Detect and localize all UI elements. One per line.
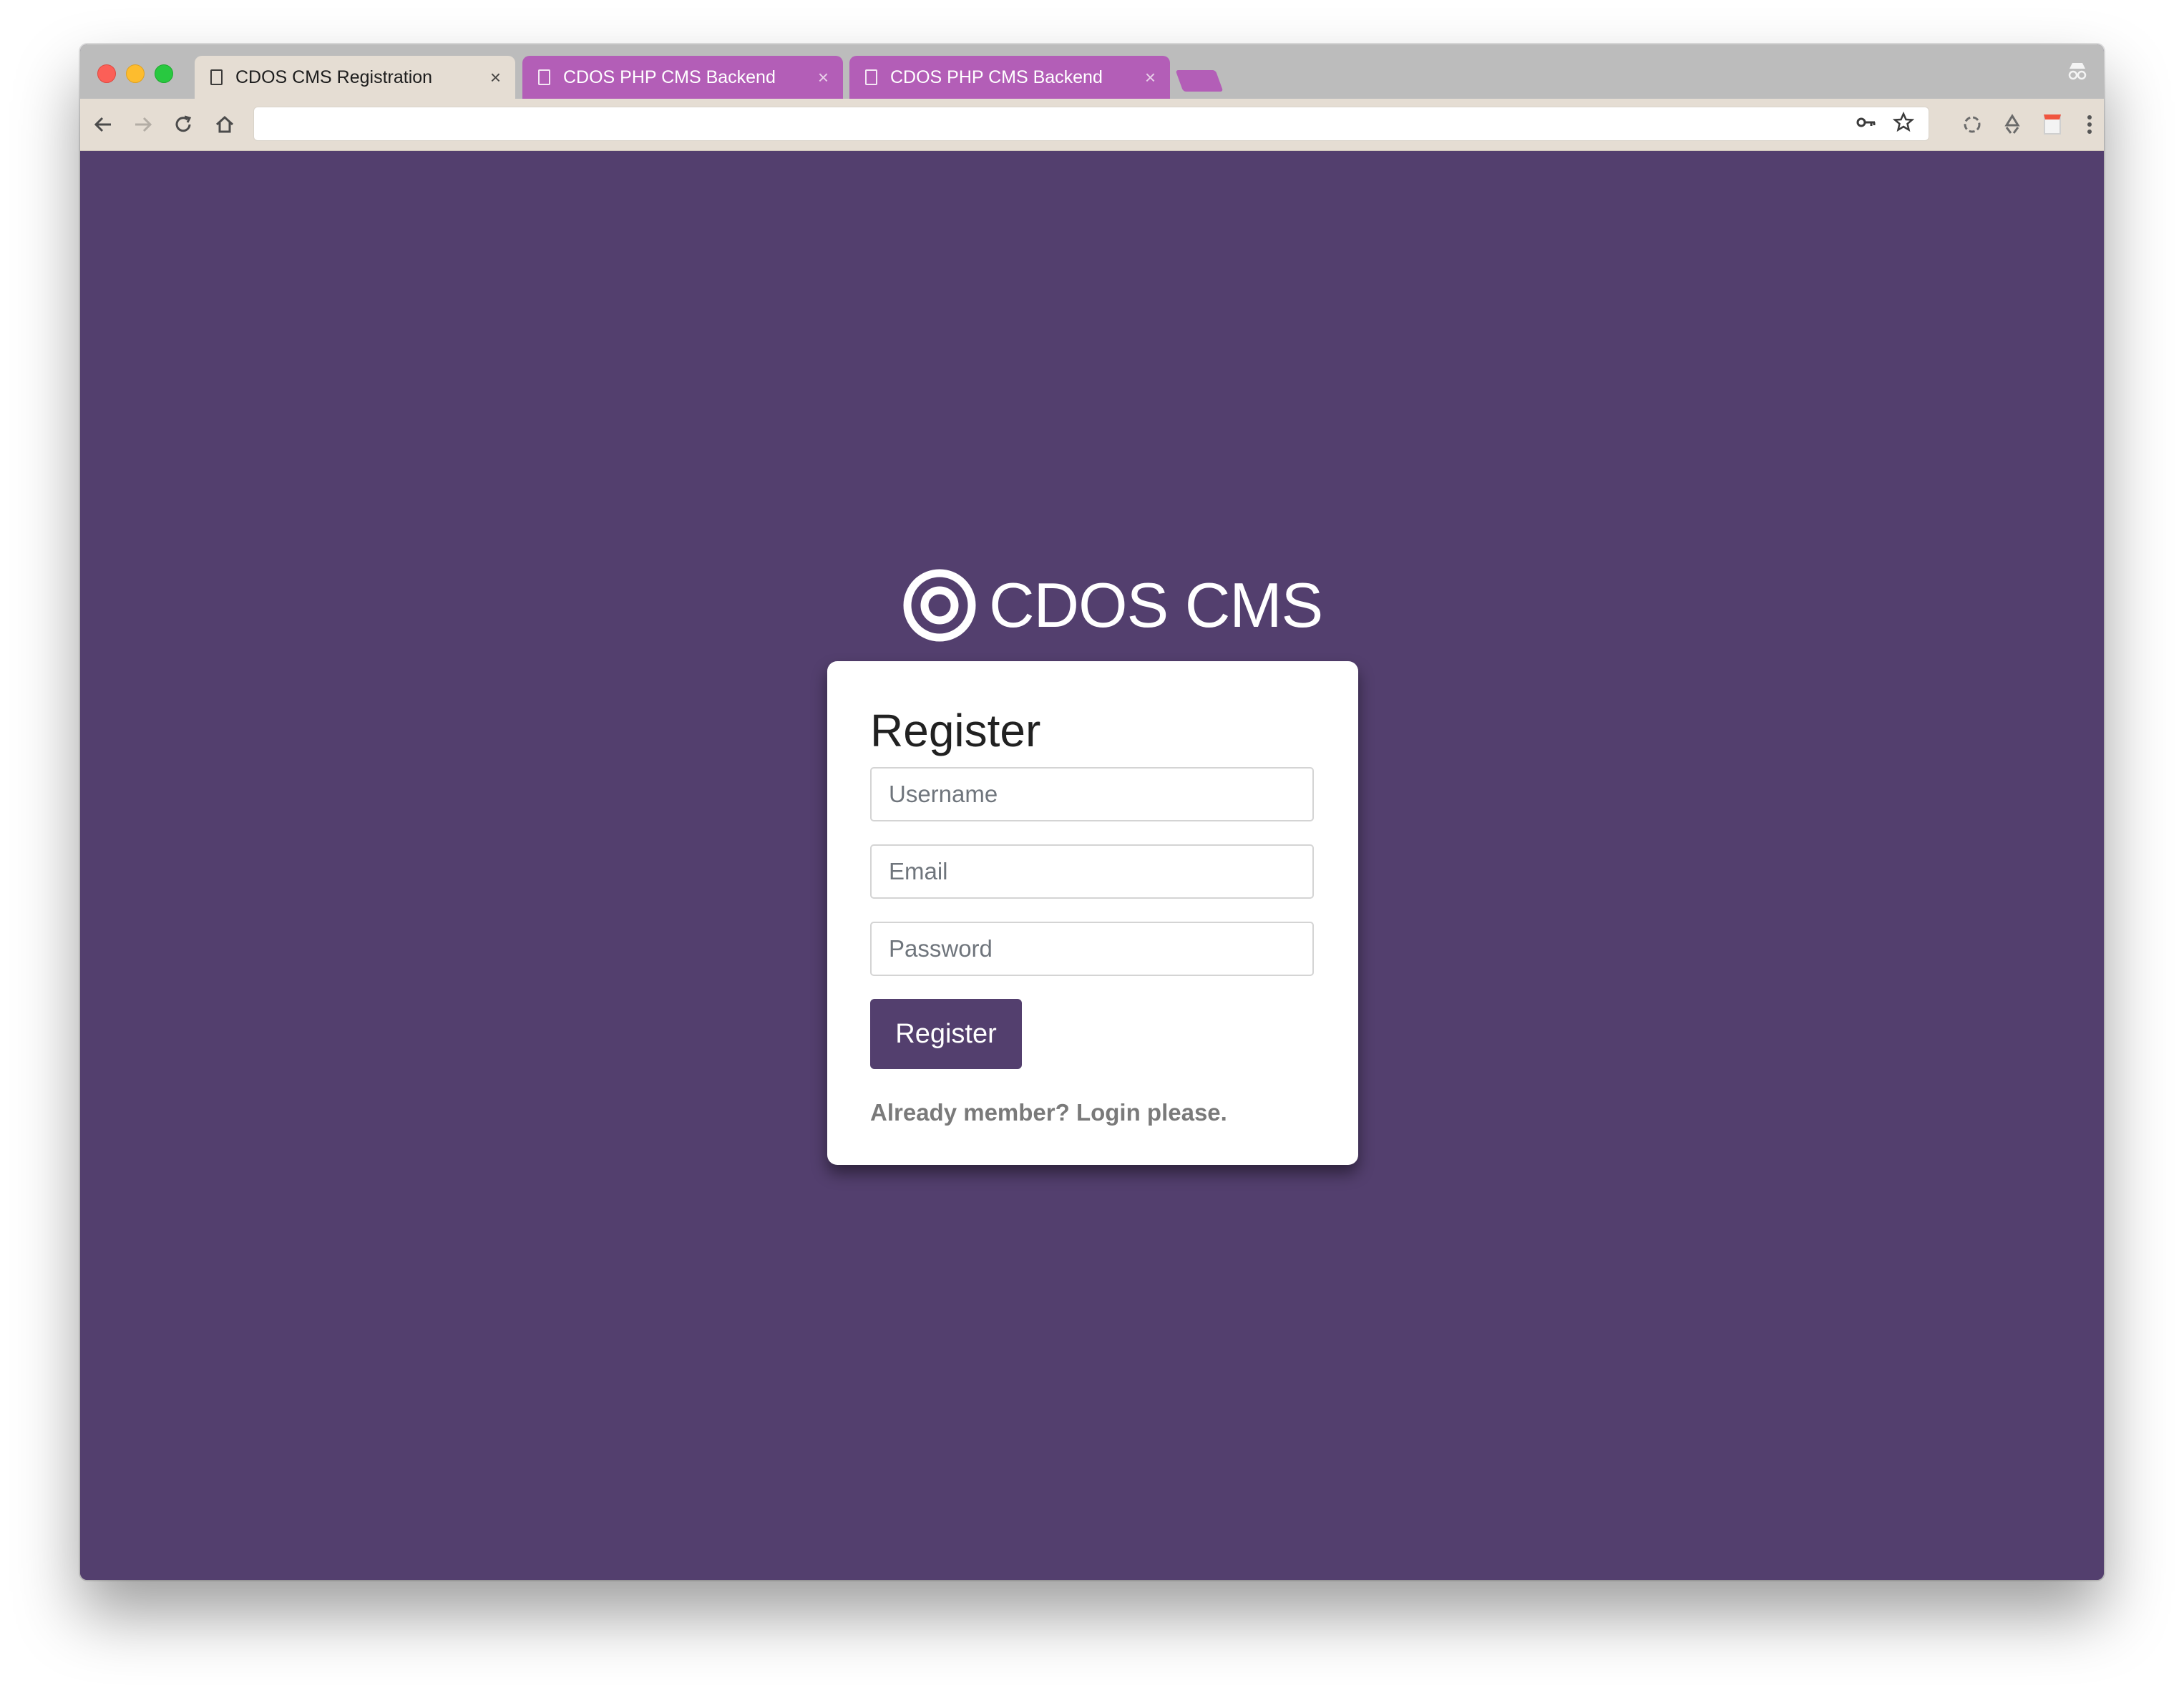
tab-cdos-php-cms-backend[interactable]: CDOS PHP CMS Backend × — [522, 56, 843, 99]
target-icon — [903, 569, 976, 642]
minimize-window-button[interactable] — [126, 64, 145, 83]
form-title: Register — [870, 705, 1041, 756]
tab-cdos-cms-registration[interactable]: CDOS CMS Registration × — [195, 56, 515, 99]
bookmark-star-icon[interactable] — [1892, 111, 1915, 139]
recycle-extension-icon[interactable] — [1998, 110, 2027, 139]
more-menu-icon[interactable] — [2075, 110, 2104, 139]
email-input[interactable] — [870, 844, 1314, 899]
register-card: Register Register Already member? Login … — [827, 661, 1358, 1165]
tab-title: CDOS PHP CMS Backend — [563, 67, 776, 87]
forward-arrow-icon[interactable] — [127, 109, 159, 140]
page-content: CDOS CMS Register Register Already membe… — [80, 151, 2104, 1580]
brand-name: CDOS CMS — [989, 570, 1323, 640]
back-arrow-icon[interactable] — [87, 109, 119, 140]
tab-cdos-php-cms-backend-2[interactable]: CDOS PHP CMS Backend × — [849, 56, 1170, 99]
address-bar[interactable] — [253, 107, 1929, 141]
document-icon — [865, 69, 877, 85]
sync-extension-icon[interactable] — [1958, 110, 1986, 139]
tab-title: CDOS CMS Registration — [235, 67, 433, 87]
register-button[interactable]: Register — [870, 999, 1022, 1069]
close-tab-icon[interactable]: × — [490, 67, 501, 89]
login-link[interactable]: Already member? Login please. — [870, 1099, 1227, 1126]
tab-title: CDOS PHP CMS Backend — [890, 67, 1103, 87]
key-icon[interactable] — [1856, 112, 1877, 139]
close-window-button[interactable] — [97, 64, 116, 83]
browser-toolbar — [80, 99, 2104, 151]
document-icon — [210, 69, 223, 85]
new-tab-button[interactable] — [1175, 70, 1224, 92]
incognito-icon — [2067, 62, 2088, 85]
close-tab-icon[interactable]: × — [818, 67, 829, 89]
username-input[interactable] — [870, 767, 1314, 821]
tab-strip: CDOS CMS Registration × CDOS PHP CMS Bac… — [80, 44, 2104, 99]
reload-icon[interactable] — [167, 109, 199, 140]
home-icon[interactable] — [209, 109, 240, 140]
maximize-window-button[interactable] — [155, 64, 173, 83]
browser-window: CDOS CMS Registration × CDOS PHP CMS Bac… — [80, 44, 2104, 1580]
close-tab-icon[interactable]: × — [1145, 67, 1156, 89]
document-icon — [538, 69, 550, 85]
calendar-extension-icon[interactable] — [2038, 110, 2067, 139]
brand-header: CDOS CMS — [903, 566, 1323, 645]
password-input[interactable] — [870, 922, 1314, 976]
